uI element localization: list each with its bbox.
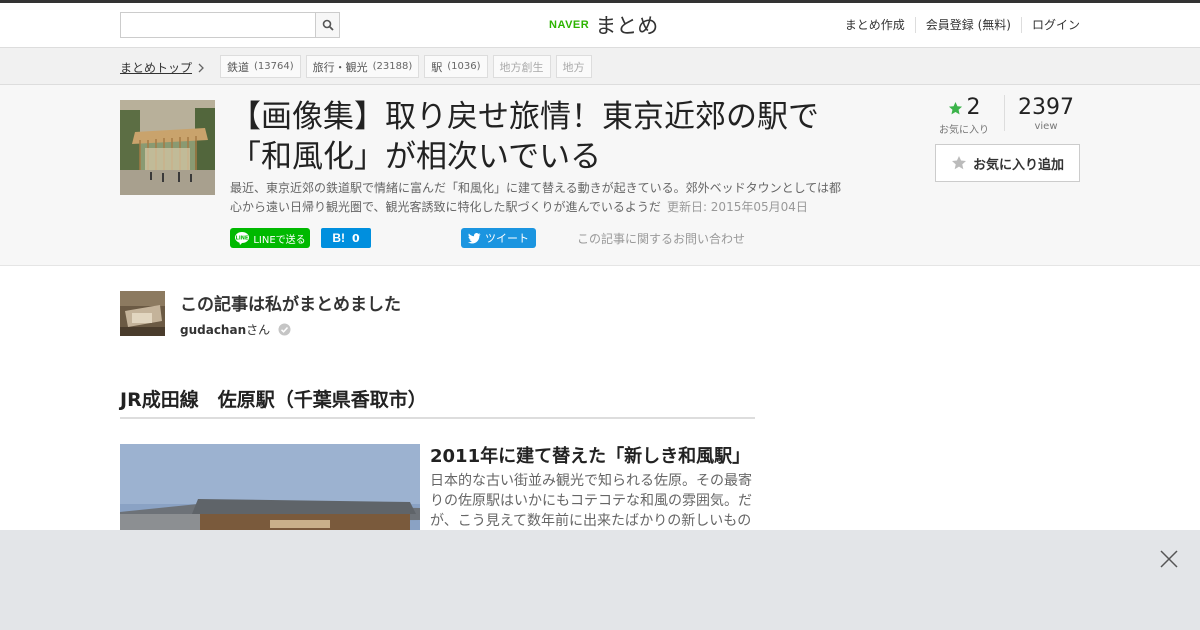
article-stats: 2 お気に入り 2397 view xyxy=(930,95,1080,136)
tag-count: (1036) xyxy=(447,61,481,72)
search-input[interactable] xyxy=(120,12,315,38)
tag-count: (23188) xyxy=(372,61,413,72)
contact-link[interactable]: この記事に関するお問い合わせ xyxy=(577,230,745,247)
search-button[interactable] xyxy=(315,12,340,38)
line-share-label: LINEで送る xyxy=(253,234,306,246)
site-header: NAVER まとめ まとめ作成 会員登録 (無料) ログイン xyxy=(0,3,1200,48)
views-label: view xyxy=(1034,121,1058,132)
tag-travel[interactable]: 旅行・観光 (23188) xyxy=(305,55,420,78)
favorites-label: お気に入り xyxy=(939,125,989,136)
logo-matome: まとめ xyxy=(595,14,659,38)
article-description: 最近、東京近郊の鉄道駅で情緒に富んだ「和風化」に建て替える動きが起きている。郊外… xyxy=(230,179,850,217)
stats-divider xyxy=(1004,95,1005,131)
views-stat: 2397 view xyxy=(1012,95,1080,136)
article-header: 【画像集】取り戻せ旅情！東京近郊の駅で「和風化」が相次いでいる 最近、東京近郊の… xyxy=(0,85,1200,266)
breadcrumb-top-label: まとめトップ xyxy=(120,61,193,75)
star-icon xyxy=(948,101,962,114)
author-name-line: gudachanさん xyxy=(180,321,291,338)
station-photo[interactable] xyxy=(120,444,420,544)
author-heading: この記事は私がまとめました xyxy=(180,295,401,315)
tag-regional-revitalization[interactable]: 地方創生 xyxy=(492,55,551,78)
star-outline-icon xyxy=(951,156,966,170)
site-logo[interactable]: NAVER まとめ xyxy=(549,10,658,40)
article-title: 【画像集】取り戻せ旅情！東京近郊の駅で「和風化」が相次いでいる xyxy=(230,99,819,175)
chevron-right-icon xyxy=(198,63,204,72)
login-link[interactable]: ログイン xyxy=(1020,17,1080,33)
tag-label: 地方 xyxy=(562,60,585,74)
add-favorite-label: お気に入り追加 xyxy=(972,157,1064,173)
tweet-button[interactable]: ツイート xyxy=(461,228,536,248)
favorites-count: 2 xyxy=(966,95,981,120)
add-favorite-button[interactable]: お気に入り追加 xyxy=(935,144,1080,182)
tag-count: (13764) xyxy=(254,61,294,72)
ad-overlay xyxy=(0,530,1200,630)
favorites-stat: 2 お気に入り xyxy=(930,95,998,136)
search-bar xyxy=(120,12,340,38)
twitter-bird-icon xyxy=(468,232,481,243)
updated-date: 更新日: 2015年05月04日 xyxy=(666,200,808,214)
item-title: 2011年に建て替えた「新しき和風駅」 xyxy=(430,446,751,467)
author-name[interactable]: gudachan xyxy=(180,323,246,337)
logo-naver: NAVER xyxy=(549,19,590,31)
article-thumbnail[interactable] xyxy=(120,100,215,195)
hatena-bookmark-button[interactable]: B! 0 xyxy=(321,228,371,248)
author-suffix: さん xyxy=(246,323,271,337)
tag-railway[interactable]: 鉄道 (13764) xyxy=(220,55,301,78)
hatena-count: 0 xyxy=(352,231,360,245)
tag-label: 地方創生 xyxy=(499,60,544,74)
verified-check-icon xyxy=(278,323,291,336)
tag-label: 旅行・観光 xyxy=(312,60,368,74)
tag-regional[interactable]: 地方 xyxy=(555,55,592,78)
breadcrumb: まとめトップ 鉄道 (13764) 旅行・観光 (23188) 駅 (1036) 地方… xyxy=(0,48,1200,85)
tag-label: 鉄道 xyxy=(227,60,249,74)
tag-station[interactable]: 駅 (1036) xyxy=(424,55,488,78)
author-box: この記事は私がまとめました gudachanさん xyxy=(120,291,401,337)
search-icon xyxy=(322,19,334,31)
close-icon[interactable] xyxy=(1158,548,1180,570)
views-count: 2397 xyxy=(1018,95,1074,120)
section-heading: JR成田線 佐原駅（千葉県香取市） xyxy=(120,385,755,419)
line-share-button[interactable]: LINE LINEで送る xyxy=(230,228,310,248)
share-bar: LINE LINEで送る B! 0 ツイート この記事に関するお問い合わせ xyxy=(230,228,745,248)
tweet-label: ツイート xyxy=(485,232,529,245)
breadcrumb-top-link[interactable]: まとめトップ xyxy=(120,59,205,76)
tag-list: 鉄道 (13764) 旅行・観光 (23188) 駅 (1036) 地方創生 地方 xyxy=(220,55,592,78)
line-icon: LINE xyxy=(235,232,250,245)
create-matome-link[interactable]: まとめ作成 xyxy=(835,17,915,33)
hatena-icon: B! xyxy=(332,231,345,245)
tag-label: 駅 xyxy=(431,60,443,74)
svg-text:LINE: LINE xyxy=(236,236,249,242)
author-avatar[interactable] xyxy=(120,291,165,336)
register-link[interactable]: 会員登録 (無料) xyxy=(914,17,1021,33)
item-description: 日本的な古い街並み観光で知られる佐原。その最寄りの佐原駅はいかにもコテコテな和風… xyxy=(430,473,752,529)
header-links: まとめ作成 会員登録 (無料) ログイン xyxy=(835,17,1080,33)
